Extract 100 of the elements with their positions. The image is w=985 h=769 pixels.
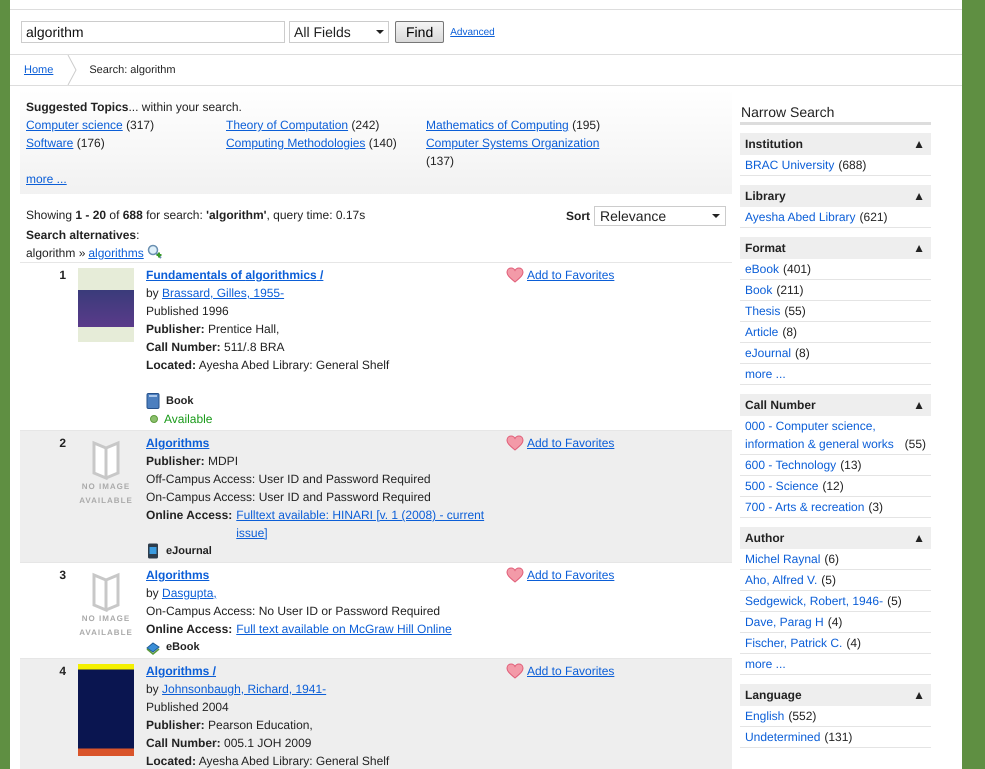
result-detail: On-Campus Access: User ID and Password Required xyxy=(146,489,432,506)
facet-header[interactable]: Language ▲ xyxy=(740,684,931,706)
online-access-link[interactable]: Fulltext available: HINARI [v. 1 (2008) - current issue] xyxy=(236,506,506,542)
facet-header[interactable]: Library ▲ xyxy=(740,185,931,207)
topic-link[interactable]: Theory of Computation xyxy=(226,118,348,132)
facet-count: (12) xyxy=(822,478,844,495)
facet-count: (6) xyxy=(824,551,840,568)
heart-icon xyxy=(506,663,524,679)
more-topics-link[interactable]: more ... xyxy=(26,172,67,186)
facet-count: (131) xyxy=(824,729,852,746)
result-detail: On-Campus Access: No User ID or Password Required xyxy=(146,603,442,620)
facet-link[interactable]: Article xyxy=(745,323,778,341)
facet-link[interactable]: Michel Raynal xyxy=(745,550,820,568)
facet-count: (55) xyxy=(784,303,806,320)
facet-link[interactable]: 600 - Technology xyxy=(745,456,836,474)
facet-count: (552) xyxy=(788,708,816,725)
find-button[interactable]: Find xyxy=(395,21,444,43)
topic-count: (176) xyxy=(76,136,105,150)
result-detail: Published 2004 xyxy=(146,699,230,716)
result-detail: Publisher: Prentice Hall, xyxy=(146,321,280,338)
book-icon xyxy=(146,393,160,409)
facet-link[interactable]: 700 - Arts & recreation xyxy=(745,498,864,516)
facet-link[interactable]: 500 - Science xyxy=(745,477,818,495)
online-access-link[interactable]: Full text available on McGraw Hill Online xyxy=(236,620,452,638)
search-field[interactable]: algorithm xyxy=(21,21,285,43)
author-link[interactable]: Dasgupta, xyxy=(162,586,217,600)
more-link[interactable]: more ... xyxy=(745,655,786,673)
facet-count: (688) xyxy=(838,157,866,174)
topic-link[interactable]: Software xyxy=(26,136,74,150)
facet-link[interactable]: Undetermined xyxy=(745,728,820,746)
topic-link[interactable]: Computing Methodologies xyxy=(226,136,366,150)
alternative-link[interactable]: algorithms xyxy=(88,246,144,260)
breadcrumb-current: Search: algorithm xyxy=(89,64,176,76)
topic-count: (140) xyxy=(368,136,397,150)
collapse-arrow[interactable]: ▲ xyxy=(913,397,925,413)
collapse-arrow[interactable]: ▲ xyxy=(913,240,925,256)
result-detail: Publisher: MDPI xyxy=(146,453,240,470)
topic-count: (137) xyxy=(426,154,454,168)
topic-link[interactable]: Mathematics of Computing xyxy=(426,118,569,132)
facet-link[interactable]: Aho, Alfred V. xyxy=(745,571,818,589)
facet-link[interactable]: Thesis xyxy=(745,302,780,320)
facet-link[interactable]: Sedgewick, Robert, 1946- xyxy=(745,592,884,610)
result-title-link[interactable]: Algorithms / xyxy=(146,664,216,678)
result-detail: Located: Ayesha Abed Library: General Shelf xyxy=(146,357,390,374)
topic-link[interactable]: Computer science xyxy=(26,118,123,132)
facet-header[interactable]: Author ▲ xyxy=(740,527,931,549)
caret-icon xyxy=(376,30,384,34)
no-image-text: NO IMAGE AVAILABLE xyxy=(78,613,134,639)
breadcrumb-link[interactable]: Home xyxy=(24,64,54,76)
facet-link[interactable]: English xyxy=(745,707,784,725)
add-to-favorites-link[interactable]: Add to Favorites xyxy=(527,266,614,284)
result-number: 3 xyxy=(58,567,66,584)
facet-count: (5) xyxy=(887,593,902,610)
facet-link[interactable]: Dave, Parag H xyxy=(745,613,824,631)
facet-link[interactable]: eJournal xyxy=(745,344,792,362)
facet-count: (401) xyxy=(783,261,812,278)
by-label: by xyxy=(146,586,159,600)
facet-count: (13) xyxy=(840,457,862,474)
facet-link[interactable]: BRAC University xyxy=(745,156,834,174)
add-to-favorites-link[interactable]: Add to Favorites xyxy=(527,662,614,680)
facet-link[interactable]: Ayesha Abed Library xyxy=(745,208,856,226)
topic-count: (195) xyxy=(572,118,600,132)
facet-header[interactable]: Call Number ▲ xyxy=(740,394,931,416)
facet-count: (8) xyxy=(795,345,810,362)
topic-count: (242) xyxy=(351,118,380,132)
facet-link[interactable]: Fischer, Patrick C. xyxy=(745,634,842,652)
facet-header[interactable]: Format ▲ xyxy=(740,237,931,259)
facet-link[interactable]: 000 - Computer science, information & general works xyxy=(745,417,901,453)
sort-dropdown[interactable]: Relevance xyxy=(594,206,726,226)
result-title-link[interactable]: Algorithms xyxy=(146,436,210,450)
facet-link[interactable]: Book xyxy=(745,281,772,299)
add-to-favorites-link[interactable]: Add to Favorites xyxy=(527,566,614,584)
facet-count: (211) xyxy=(776,282,804,299)
result-detail: Call Number: 005.1 JOH 2009 xyxy=(146,735,312,752)
result-title-link[interactable]: Fundamentals of algorithmics / xyxy=(146,268,324,282)
author-link[interactable]: Johnsonbaugh, Richard, 1941- xyxy=(162,682,326,696)
collapse-arrow[interactable]: ▲ xyxy=(913,188,925,204)
result-detail: Off-Campus Access: User ID and Password Required xyxy=(146,471,432,488)
facet-link[interactable]: eBook xyxy=(745,260,780,278)
result-number: 2 xyxy=(58,435,66,452)
result-title-link[interactable]: Algorithms xyxy=(146,568,210,582)
original-term: algorithm » xyxy=(26,246,86,260)
facet-count: (8) xyxy=(782,324,798,341)
facet-header[interactable]: Institution ▲ xyxy=(740,133,931,155)
collapse-arrow[interactable]: ▲ xyxy=(913,687,925,703)
author-link[interactable]: Brassard, Gilles, 1955- xyxy=(162,286,284,300)
by-label: by xyxy=(146,286,159,300)
collapse-arrow[interactable]: ▲ xyxy=(913,530,925,546)
result-detail: Call Number: 511/.8 BRA xyxy=(146,339,286,356)
format-label: eJournal xyxy=(166,544,212,559)
no-image-icon xyxy=(91,440,121,480)
advanced-link[interactable]: Advanced xyxy=(450,26,495,38)
suggested-topics-heading: Suggested Topics... within your search. xyxy=(26,99,243,116)
collapse-arrow[interactable]: ▲ xyxy=(913,136,925,152)
facet-count: (621) xyxy=(860,209,888,226)
field-dropdown[interactable]: All Fields xyxy=(289,21,389,43)
add-to-favorites-link[interactable]: Add to Favorites xyxy=(527,434,614,452)
topic-link[interactable]: Computer Systems Organization xyxy=(426,136,600,150)
more-link[interactable]: more ... xyxy=(745,365,786,383)
search-alternatives-label: Search alternatives: xyxy=(25,227,140,244)
